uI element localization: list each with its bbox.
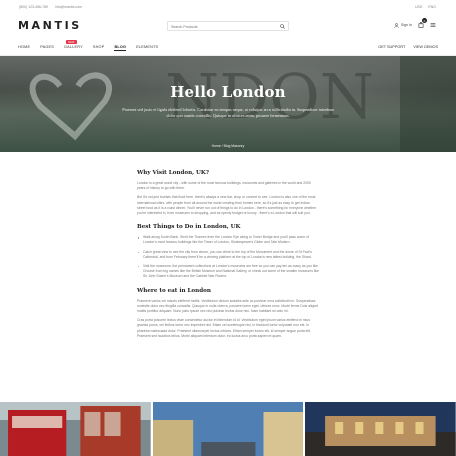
currency-selector[interactable]: USD (415, 5, 422, 9)
menu-button[interactable] (430, 22, 436, 28)
site-logo[interactable]: MANTIS (18, 19, 82, 32)
cart-count-badge: 0 (422, 18, 427, 23)
paragraph: London is a great world city - with some… (137, 181, 311, 191)
list-item: Visit the museums: the permanent collect… (137, 264, 319, 280)
sign-in-label: Sign In (400, 23, 412, 27)
search-input[interactable] (171, 23, 276, 30)
language-selector[interactable]: ENG (428, 5, 436, 9)
breadcrumb-current: Blog Masonry (223, 144, 245, 148)
breadcrumb-separator: / (221, 144, 223, 148)
nav-item-elements[interactable]: ELEMENTS (136, 45, 158, 51)
nav-item-gallery[interactable]: GALLERY NEW (64, 40, 83, 51)
gallery-image-circus[interactable] (305, 402, 456, 456)
email-address[interactable]: info@mantis.com (55, 5, 82, 9)
gallery-image-street[interactable] (152, 402, 304, 456)
hero-banner: NDON Hello London Praesent sed justo et … (0, 56, 456, 152)
top-bar: (800) 123-456-789 info@mantis.com USD EN… (0, 0, 456, 14)
gallery-strip (0, 402, 456, 456)
phone-number: (800) 123-456-789 (19, 5, 48, 9)
section-heading-things-to-do: Best Things to Do in London, UK (137, 224, 241, 231)
nav-item-pages[interactable]: PAGES (40, 45, 54, 51)
header: MANTIS Sign In 0 (0, 14, 456, 38)
breadcrumb: Home / Blog Masonry (0, 144, 456, 148)
section-heading-where-to-eat: Where to eat in London (137, 287, 211, 294)
list-item: Walk along South Bank. Stroll the Thames… (137, 235, 319, 245)
paragraph: Praesent varius vel mauris eleifend moll… (137, 298, 319, 314)
gallery-image-phone-box[interactable] (0, 402, 151, 456)
nav-item-shop[interactable]: SHOP (93, 45, 105, 51)
hero-title: Hello London (170, 83, 286, 101)
new-badge: NEW (66, 40, 77, 44)
breadcrumb-home[interactable]: Home (212, 144, 221, 148)
get-support-link[interactable]: GET SUPPORT (378, 45, 405, 49)
user-icon (394, 22, 399, 28)
main-nav: HOME PAGES GALLERY NEW SHOP BLOG ELEMENT… (0, 40, 456, 56)
hero-background-image: NDON (0, 56, 456, 152)
search-bar (167, 21, 289, 31)
cart-button[interactable]: 0 (418, 18, 427, 28)
nav-item-home[interactable]: HOME (18, 45, 30, 51)
article-content: Why Visit London, UK? London is a great … (137, 170, 319, 343)
sign-in-button[interactable]: Sign In (394, 22, 412, 28)
search-icon[interactable] (280, 24, 285, 29)
nav-item-blog[interactable]: BLOG (114, 45, 127, 51)
nav-item-gallery-label: GALLERY (64, 45, 83, 49)
hamburger-icon (430, 23, 436, 27)
list-item: Catch great view to see the city from ab… (137, 250, 319, 260)
paragraph: But it's not just tourists that flock he… (137, 195, 317, 216)
things-to-do-list: Walk along South Bank. Stroll the Thames… (137, 235, 319, 279)
paragraph: Cras porta posuere lectus vitae consecte… (137, 318, 311, 338)
hero-subtitle: Praesent sed justo et ligula eleifend lo… (122, 107, 334, 118)
view-demos-link[interactable]: VIEW DEMOS (413, 45, 438, 49)
section-heading-why-visit: Why Visit London, UK? (137, 170, 210, 176)
